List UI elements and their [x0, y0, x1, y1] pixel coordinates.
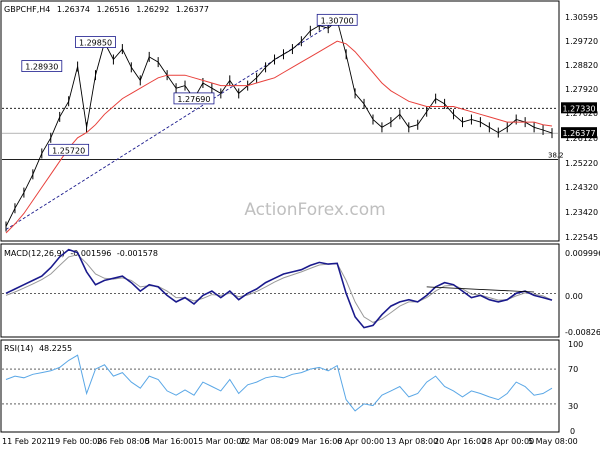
fib-label: 38.2: [548, 151, 564, 159]
annotation-0: 1.28930: [21, 60, 63, 72]
level-label-text: 1.27330: [562, 104, 595, 113]
x-tick-3: 5 Mar 16:00: [145, 437, 193, 446]
annotation-label: 1.29850: [79, 39, 112, 48]
price-tick-0: 1.30595: [565, 13, 598, 22]
x-axis-labels: 11 Feb 2021 19 Feb 00:00 26 Feb 08:00 5 …: [2, 437, 578, 446]
header-open: 1.26374: [57, 5, 90, 14]
price-tick-6: 1.25220: [565, 159, 598, 168]
x-tick-0: 11 Feb 2021: [2, 437, 52, 446]
header-low: 1.26292: [136, 5, 169, 14]
macd-header: MACD(12,26,9) -0.001596 -0.001578: [4, 249, 158, 258]
header-close: 1.26377: [176, 5, 209, 14]
level-label: 1.27330: [561, 102, 597, 114]
x-tick-7: 6 Apr 00:00: [337, 437, 384, 446]
annotation-4: 1.30700: [316, 13, 358, 26]
rsi-tick-3: 0: [570, 427, 575, 436]
x-tick-6: 29 Mar 16:00: [289, 437, 342, 446]
x-tick-1: 19 Feb 00:00: [50, 437, 102, 446]
annotation-3: 1.27690: [173, 92, 215, 105]
price-tick-8: 1.23420: [565, 208, 598, 217]
macd-tick-2: -0.008264: [565, 328, 600, 337]
x-tick-5: 22 Mar 08:00: [240, 437, 293, 446]
price-tick-9: 1.22545: [565, 233, 598, 242]
x-tick-8: 13 Apr 08:00: [386, 437, 438, 446]
rsi-tick-1: 70: [568, 365, 578, 374]
macd-value1: -0.001596: [70, 249, 111, 258]
price-tick-1: 1.29720: [565, 37, 598, 46]
annotation-2: 1.25720: [48, 143, 90, 156]
annotation-label: 1.28930: [25, 63, 58, 72]
rsi-tick-2: 30: [568, 402, 578, 411]
x-tick-9: 20 Apr 16:00: [434, 437, 486, 446]
current-price-label: 1.26377: [561, 127, 597, 139]
current-price-text: 1.26377: [562, 129, 595, 138]
macd-value2: -0.001578: [117, 249, 158, 258]
chart-svg: ActionForex.com GBPCHF,H4 1.26374 1.2651…: [0, 0, 600, 450]
annotation-label: 1.27690: [177, 95, 210, 104]
annotation-label: 1.25720: [52, 146, 85, 155]
chart-root: ActionForex.com GBPCHF,H4 1.26374 1.2651…: [0, 0, 600, 450]
price-tick-3: 1.27920: [565, 85, 598, 94]
x-tick-10: 28 Apr 00:00: [482, 437, 534, 446]
watermark: ActionForex.com: [244, 200, 385, 220]
macd-title: MACD(12,26,9): [4, 249, 65, 258]
macd-tick-1: 0.00: [565, 292, 583, 301]
rsi-tick-0: 100: [568, 340, 583, 349]
annotation-label: 1.30700: [321, 16, 354, 25]
header-symbol: GBPCHF,H4: [4, 5, 50, 14]
x-tick-2: 26 Feb 08:00: [97, 437, 149, 446]
header-text: GBPCHF,H4 1.26374 1.26516 1.26292 1.2637…: [4, 5, 209, 14]
header-high: 1.26516: [97, 5, 130, 14]
x-tick-4: 15 Mar 00:00: [193, 437, 246, 446]
price-tick-7: 1.24320: [565, 183, 598, 192]
rsi-title: RSI(14): [4, 344, 33, 353]
price-tick-2: 1.28820: [565, 61, 598, 70]
annotation-1: 1.29850: [75, 36, 116, 48]
rsi-header: RSI(14) 48.2255: [4, 344, 72, 353]
macd-tick-0: 0.009996: [565, 249, 600, 258]
x-tick-11: 5 May 08:00: [528, 437, 578, 446]
rsi-value: 48.2255: [39, 344, 72, 353]
